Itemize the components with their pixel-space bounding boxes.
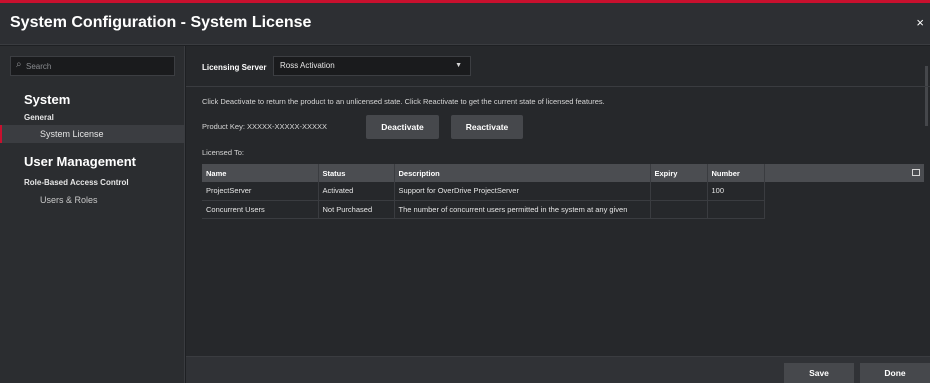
footer-bar: Save Done [186, 356, 930, 383]
cell-number [707, 200, 765, 219]
cell-expiry [650, 182, 708, 201]
search-icon: ⌕ [16, 59, 22, 70]
cell-status: Not Purchased [318, 200, 395, 219]
column-header-name[interactable]: Name [202, 164, 319, 182]
close-icon[interactable]: × [916, 15, 924, 30]
table-row[interactable]: ProjectServer Activated Support for Over… [202, 182, 924, 201]
sidebar-item-system-license[interactable]: System License [0, 125, 185, 143]
licensing-server-label: Licensing Server [202, 63, 267, 72]
nav-group-rbac[interactable]: Role-Based Access Control [24, 178, 129, 187]
table-header-row: Name Status Description Expiry Number [202, 164, 924, 182]
product-key: Product Key: XXXXX-XXXXX-XXXXX [202, 122, 328, 131]
licensed-to-label: Licensed To: [202, 148, 244, 157]
nav-group-general[interactable]: General [24, 113, 54, 122]
column-header-number[interactable]: Number [707, 164, 765, 182]
save-button[interactable]: Save [784, 363, 854, 383]
table-row[interactable]: Concurrent Users Not Purchased The numbe… [202, 200, 924, 219]
window-title: System Configuration - System License [10, 14, 312, 31]
sidebar-item-users-roles[interactable]: Users & Roles [0, 191, 185, 209]
cell-number: 100 [707, 182, 765, 201]
done-button[interactable]: Done [860, 363, 930, 383]
nav-section-user-management[interactable]: User Management [24, 154, 136, 169]
sidebar: ⌕ System General System License User Man… [0, 46, 185, 383]
main-content: Licensing Server Ross Activation ▼ Click… [186, 46, 930, 356]
cell-name: ProjectServer [202, 182, 319, 201]
cell-status: Activated [318, 182, 395, 201]
chevron-down-icon: ▼ [455, 62, 462, 69]
column-header-status[interactable]: Status [318, 164, 395, 182]
title-bar: System Configuration - System License × [0, 3, 930, 45]
cell-description: The number of concurrent users permitted… [394, 200, 651, 219]
licensing-server-value: Ross Activation [280, 61, 335, 70]
search-input[interactable] [26, 58, 171, 74]
licensing-server-select[interactable]: Ross Activation ▼ [273, 56, 471, 76]
cell-description: Support for OverDrive ProjectServer [394, 182, 651, 201]
search-box[interactable]: ⌕ [10, 56, 175, 76]
license-table: Name Status Description Expiry Number Pr… [202, 164, 924, 219]
cell-name: Concurrent Users [202, 200, 319, 219]
column-settings[interactable] [764, 164, 924, 182]
reactivate-button[interactable]: Reactivate [451, 115, 523, 139]
deactivate-button[interactable]: Deactivate [366, 115, 439, 139]
cell-expiry [650, 200, 708, 219]
column-header-description[interactable]: Description [394, 164, 651, 182]
column-header-expiry[interactable]: Expiry [650, 164, 708, 182]
divider [186, 86, 930, 87]
license-info-text: Click Deactivate to return the product t… [202, 97, 605, 106]
column-chooser-icon[interactable] [912, 168, 920, 176]
nav-section-system[interactable]: System [24, 92, 70, 107]
scrollbar[interactable] [925, 66, 928, 126]
